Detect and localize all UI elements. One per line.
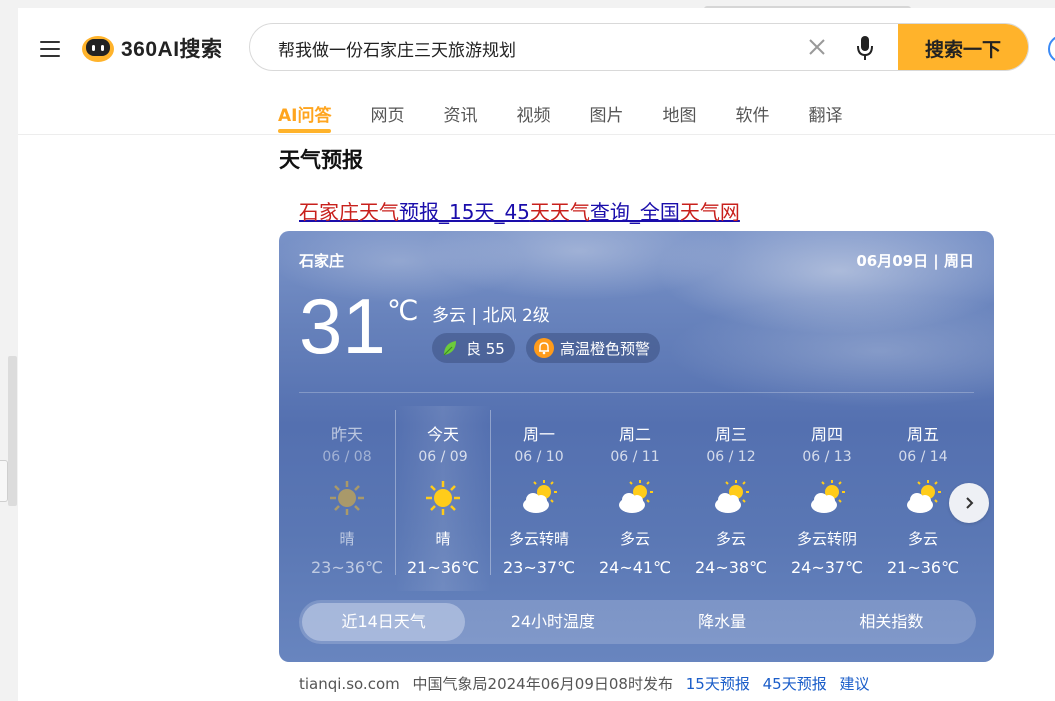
tab-web[interactable]: 网页 <box>370 101 404 126</box>
user-avatar[interactable] <box>1048 35 1055 63</box>
search-box[interactable]: 帮我做一份石家庄三天旅游规划 搜索一下 <box>249 23 1029 71</box>
day-name: 周一 <box>522 425 555 444</box>
link-part: 石家庄天气 <box>299 200 399 224</box>
tab-ai-qa[interactable]: AI问答 <box>278 101 332 133</box>
logo[interactable]: 360AI搜索 <box>81 33 223 63</box>
partly-cloudy-icon <box>523 480 557 513</box>
day-temperature: 24~38℃ <box>694 558 768 577</box>
chevron-right-icon <box>966 497 974 509</box>
tab-software[interactable]: 软件 <box>735 101 769 126</box>
forecast-day[interactable]: 周三 06 / 12 多云 24~38℃ <box>683 406 779 591</box>
day-name: 昨天 <box>330 425 363 444</box>
logo-text: 360AI搜索 <box>121 38 223 61</box>
section-title: 天气预报 <box>279 148 363 172</box>
day-name: 周二 <box>618 425 651 444</box>
weather-tabs: 近14日天气 24小时温度 降水量 相关指数 <box>299 600 976 644</box>
partly-cloudy-icon <box>907 480 941 513</box>
footer-link-45day[interactable]: 45天预报 <box>763 675 827 693</box>
partly-cloudy-icon <box>811 480 845 513</box>
day-temperature: 23~36℃ <box>310 558 384 577</box>
day-condition: 多云 <box>715 530 746 548</box>
weather-card: 石家庄 06月09日 | 周日 31 ℃ 多云 | 北风 2级 良 55 高温橙… <box>279 231 994 662</box>
day-name: 周四 <box>810 425 843 444</box>
aqi-badge: 良 55 <box>432 333 515 363</box>
city-name: 石家庄 <box>299 252 345 270</box>
browser-top-strip <box>0 0 1055 12</box>
warning-badge[interactable]: 高温橙色预警 <box>526 333 661 363</box>
publish-info: 中国气象局2024年06月09日08时发布 <box>412 675 673 693</box>
tab-news[interactable]: 资讯 <box>443 101 477 126</box>
tab-indices[interactable]: 相关指数 <box>810 603 973 641</box>
day-condition: 晴 <box>339 530 355 548</box>
source-domain: tianqi.so.com <box>299 675 400 693</box>
day-date: 06 / 09 <box>418 449 468 465</box>
current-temperature: 31 <box>299 282 386 370</box>
day-temperature: 24~41℃ <box>598 558 672 577</box>
leaf-icon <box>443 341 456 356</box>
day-name: 周三 <box>714 425 747 444</box>
forecast-day[interactable]: 周四 06 / 13 多云转阴 24~37℃ <box>779 406 875 591</box>
aqi-text: 良 55 <box>466 339 505 358</box>
tab-video[interactable]: 视频 <box>516 101 550 126</box>
forecast-day[interactable]: 周二 06 / 11 多云 24~41℃ <box>587 406 683 591</box>
sun-icon <box>330 481 364 515</box>
day-name: 周五 <box>906 425 939 444</box>
link-part: 预报_15天_45 <box>399 200 530 224</box>
search-header: 360AI搜索 帮我做一份石家庄三天旅游规划 搜索一下 AI问答 网页 资讯 视… <box>18 8 1055 135</box>
day-temperature: 24~37℃ <box>790 558 864 577</box>
search-button[interactable]: 搜索一下 <box>898 24 1028 70</box>
next-button[interactable] <box>949 483 989 523</box>
day-condition: 多云转阴 <box>796 530 857 548</box>
microphone-icon[interactable] <box>855 34 875 62</box>
day-date: 06 / 08 <box>322 449 372 465</box>
tab-images[interactable]: 图片 <box>589 101 623 126</box>
link-part: 天天气 <box>529 200 590 224</box>
day-condition: 多云 <box>619 530 650 548</box>
tab-24h-temp[interactable]: 24小时温度 <box>471 603 634 641</box>
link-part: 查询_全国 <box>589 200 680 224</box>
bell-icon <box>534 338 554 358</box>
current-condition: 多云 | 北风 2级 <box>432 306 550 326</box>
forecast-day-yesterday[interactable]: 昨天 06 / 08 晴 23~36℃ <box>299 406 395 591</box>
day-date: 06 / 13 <box>802 449 852 465</box>
day-temperature: 21~36℃ <box>886 558 960 577</box>
tab-map[interactable]: 地图 <box>662 101 696 126</box>
clear-icon[interactable] <box>806 36 828 58</box>
search-input[interactable]: 帮我做一份石家庄三天旅游规划 <box>278 36 516 61</box>
footer-link-feedback[interactable]: 建议 <box>840 675 870 693</box>
day-condition: 晴 <box>435 530 451 548</box>
footer-link-15day[interactable]: 15天预报 <box>686 675 750 693</box>
day-temperature: 23~37℃ <box>502 558 576 577</box>
day-date: 06 / 14 <box>898 449 948 465</box>
nav-tabs: AI问答 网页 资讯 视频 图片 地图 软件 翻译 <box>278 101 881 133</box>
day-condition: 多云转晴 <box>508 530 569 548</box>
side-handle[interactable] <box>0 460 8 502</box>
temperature-unit: ℃ <box>387 294 419 327</box>
tab-translate[interactable]: 翻译 <box>808 101 842 126</box>
result-footer: tianqi.so.com 中国气象局2024年06月09日08时发布 15天预… <box>299 673 870 694</box>
tab-precipitation[interactable]: 降水量 <box>641 603 804 641</box>
forecast-day[interactable]: 周一 06 / 10 多云转晴 23~37℃ <box>491 406 587 591</box>
partly-cloudy-icon <box>619 480 653 513</box>
day-date: 06 / 11 <box>610 449 660 465</box>
day-condition: 多云 <box>907 530 938 548</box>
result-link[interactable]: 石家庄天气预报_15天_45天天气查询_全国天气网 <box>299 196 740 225</box>
tab-14day[interactable]: 近14日天气 <box>302 603 466 641</box>
forecast-list: 昨天 06 / 08 晴 23~36℃ 今天 06 / 09 晴 21~36℃ … <box>299 406 989 591</box>
link-part: 天气网 <box>679 200 740 224</box>
menu-icon[interactable] <box>40 41 60 57</box>
left-gutter <box>0 0 18 701</box>
partly-cloudy-icon <box>715 480 749 513</box>
warning-text: 高温橙色预警 <box>560 339 651 358</box>
day-temperature: 21~36℃ <box>406 558 480 577</box>
divider <box>299 392 974 393</box>
current-date: 06月09日 | 周日 <box>856 252 974 270</box>
scrollbar[interactable] <box>8 356 17 506</box>
mascot-logo-icon <box>82 36 114 62</box>
sun-icon <box>426 481 460 515</box>
day-date: 06 / 10 <box>514 449 564 465</box>
forecast-day-today[interactable]: 今天 06 / 09 晴 21~36℃ <box>395 406 491 591</box>
day-date: 06 / 12 <box>706 449 756 465</box>
day-name: 今天 <box>426 425 459 444</box>
